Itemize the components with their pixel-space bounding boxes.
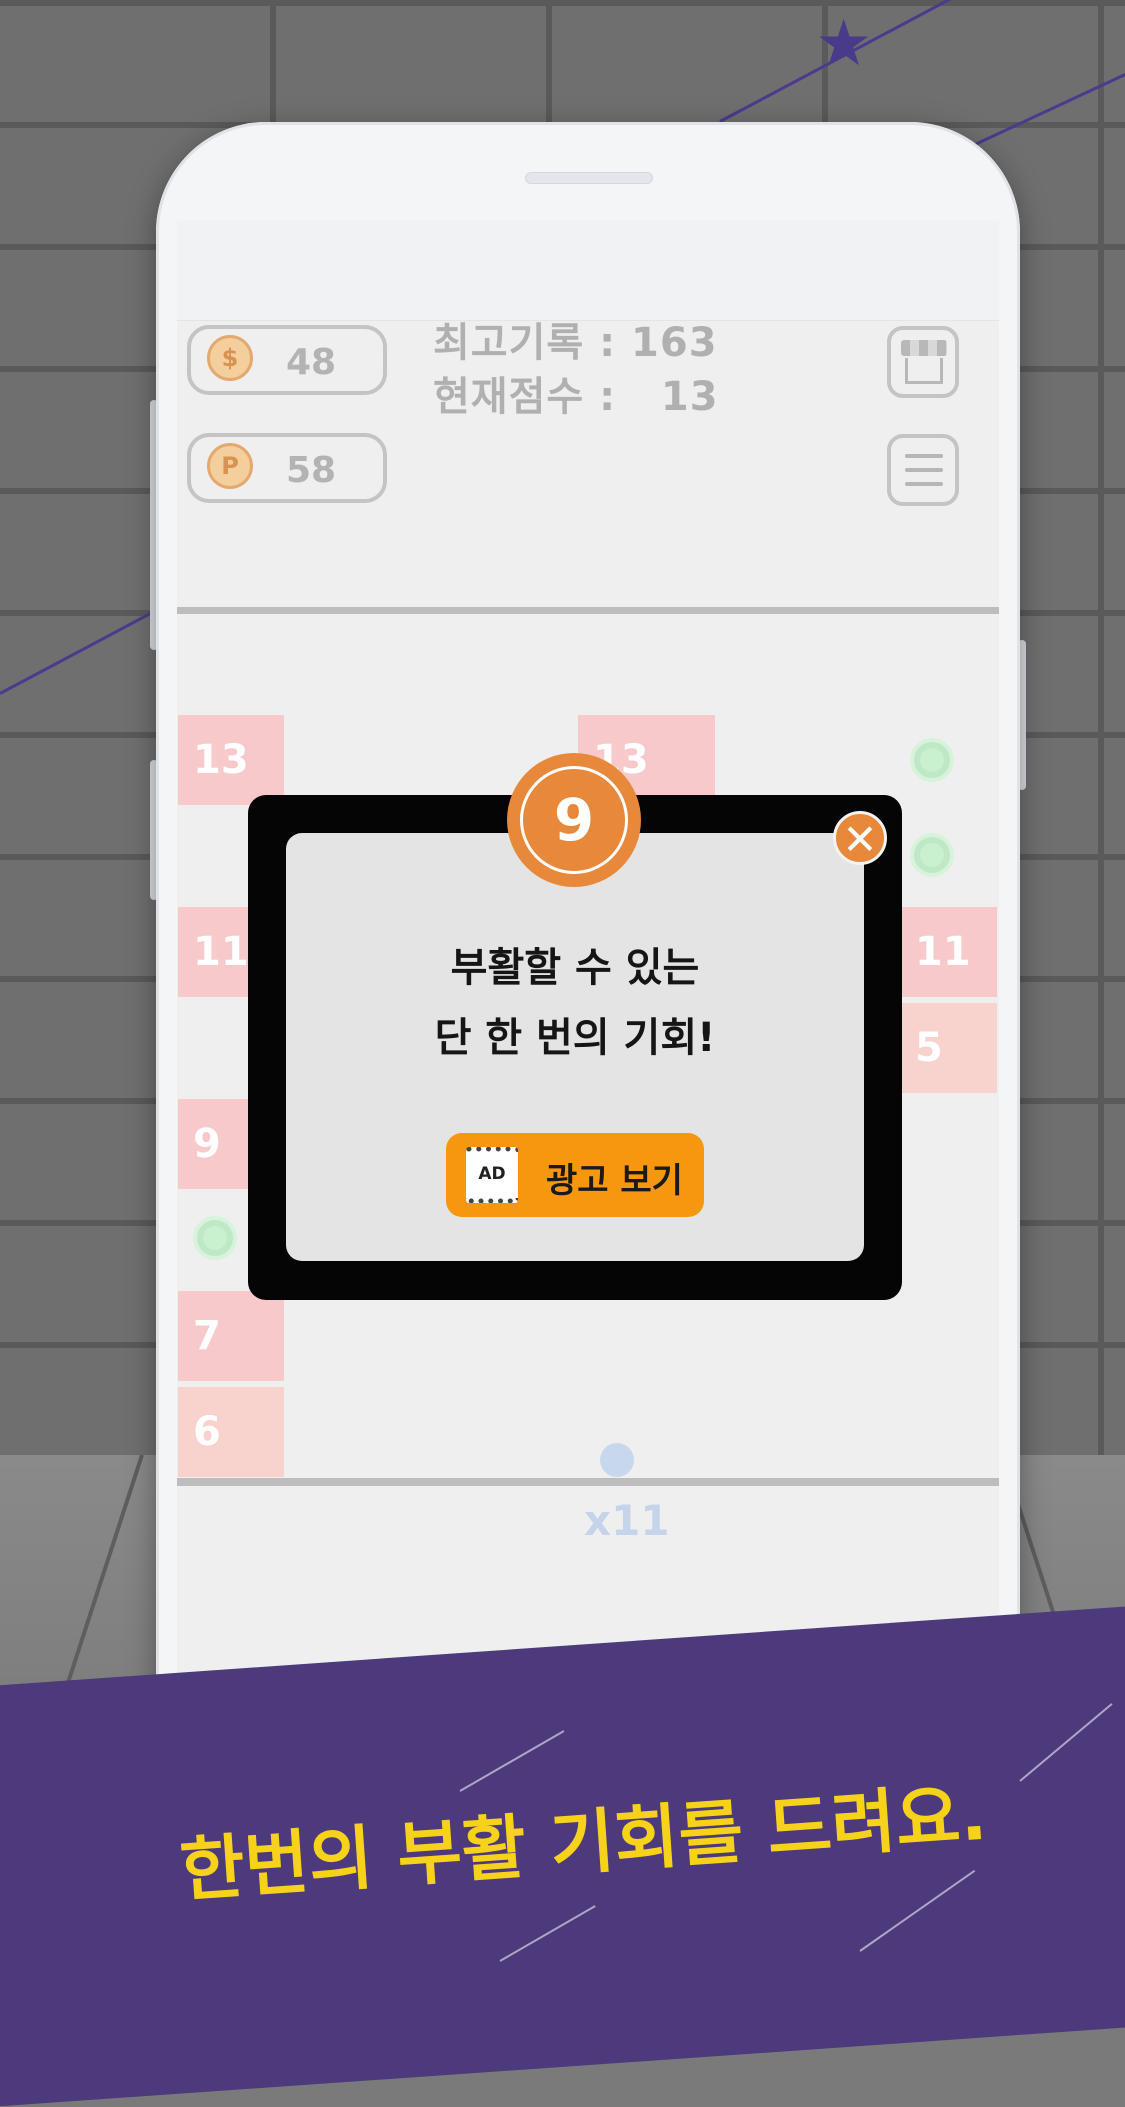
gem-count: 58 [286, 450, 337, 491]
extra-ball-pickup [910, 833, 954, 877]
phone-speaker [525, 172, 653, 184]
menu-icon-line [905, 482, 943, 486]
shop-button[interactable] [887, 326, 959, 398]
menu-icon [905, 454, 943, 458]
watch-ad-label: 광고 보기 [546, 1161, 683, 1201]
number-block: 13 [178, 715, 284, 805]
coin-icon: $ [207, 335, 253, 381]
extra-ball-pickup [193, 1216, 237, 1260]
ball-launcher [600, 1443, 634, 1477]
countdown-number: 9 [553, 786, 595, 854]
status-area [177, 220, 999, 321]
shop-icon [901, 340, 947, 356]
best-score: 최고기록 : 163 [433, 320, 718, 366]
current-score: 현재점수 : 13 [433, 374, 719, 420]
menu-icon-line [905, 468, 943, 472]
number-block: 11 [900, 907, 997, 997]
watch-ad-button[interactable]: AD 광고 보기 [446, 1133, 704, 1217]
coin-counter: $ 48 [187, 325, 387, 395]
number-block: 7 [178, 1291, 284, 1381]
close-button[interactable]: ✕ [833, 811, 887, 865]
ball-multiplier: x11 [584, 1496, 670, 1545]
gem-counter: P 58 [187, 433, 387, 503]
board-bottom-border [177, 1478, 999, 1486]
ad-film-icon: AD [466, 1147, 518, 1203]
coin-count: 48 [286, 342, 337, 383]
extra-ball-pickup [910, 738, 954, 782]
board-top-border [177, 607, 999, 614]
number-block: 6 [178, 1387, 284, 1477]
number-block: 5 [900, 1003, 997, 1093]
gem-icon: P [207, 443, 253, 489]
star-icon: ★ [815, 7, 873, 81]
dialog-message-line-1: 부활할 수 있는 [450, 945, 700, 991]
shop-body [905, 358, 943, 384]
dialog-message-line-2: 단 한 번의 기회! [434, 1015, 716, 1061]
menu-button[interactable] [887, 434, 959, 506]
